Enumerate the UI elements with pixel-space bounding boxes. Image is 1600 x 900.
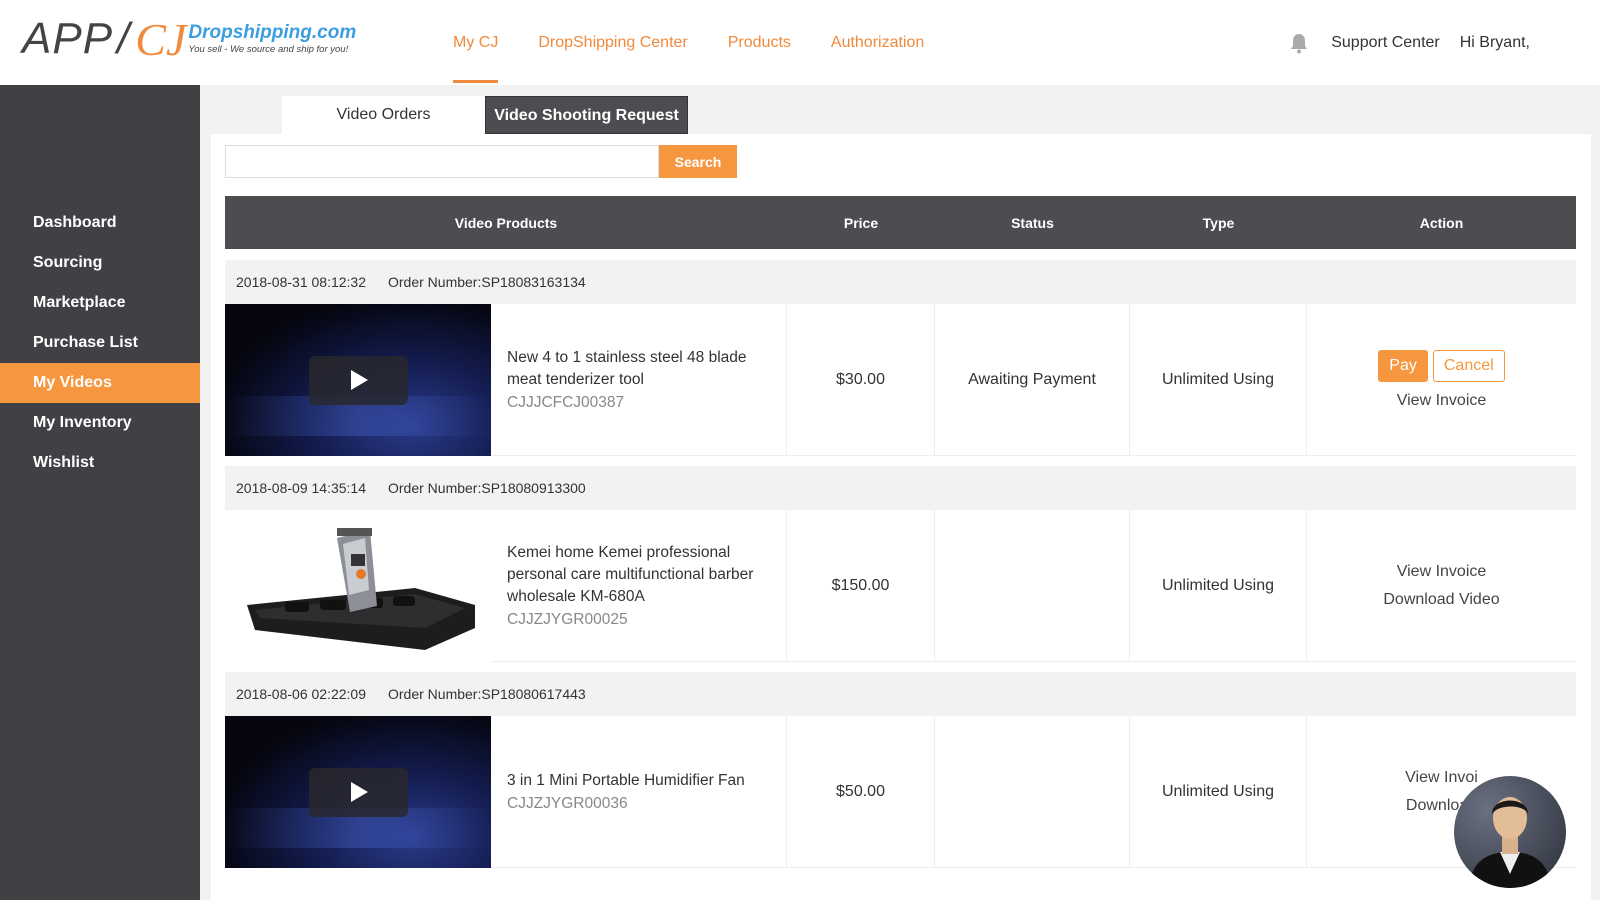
status-cell	[935, 510, 1130, 661]
order-group: 2018-08-31 08:12:32 Order Number: SP1808…	[225, 260, 1576, 456]
view-invoice-link[interactable]: View Invoice	[1397, 392, 1487, 410]
logo-cj-mark: CJ	[135, 13, 187, 65]
type-cell: Unlimited Using	[1130, 304, 1307, 455]
order-group: 2018-08-09 14:35:14 Order Number: SP1808…	[225, 466, 1576, 662]
thumb-cell	[225, 303, 491, 456]
support-center-link[interactable]: Support Center	[1331, 34, 1440, 52]
logo-tagline: You sell - We source and ship for you!	[188, 44, 349, 56]
table-row: 3 in 1 Mini Portable Humidifier Fan CJJZ…	[225, 715, 1576, 868]
status-cell: Awaiting Payment	[935, 304, 1130, 455]
logo[interactable]: APP / CJ Dropshipping.com You sell - We …	[22, 13, 356, 65]
order-number: SP18083163134	[481, 274, 586, 290]
product-title[interactable]: Kemei home Kemei professional personal c…	[507, 542, 774, 608]
order-meta: 2018-08-06 02:22:09 Order Number: SP1808…	[225, 672, 1576, 716]
header-right: Support Center Hi Bryant,	[1289, 0, 1530, 85]
product-cell: Kemei home Kemei professional personal c…	[491, 510, 787, 661]
thumb-cell	[225, 715, 491, 868]
col-type: Type	[1202, 214, 1235, 231]
order-number-label: Order Number:	[388, 480, 482, 496]
order-number: SP18080617443	[481, 686, 586, 702]
search-input[interactable]	[225, 145, 659, 178]
orders-panel: Search Video Products Price Status Type …	[211, 134, 1591, 900]
action-cell: View Invoice Download Video	[1307, 510, 1576, 661]
sidebar-item-marketplace[interactable]: Marketplace	[0, 283, 200, 323]
sidebar: Dashboard Sourcing Marketplace Purchase …	[0, 85, 200, 900]
col-video-products: Video Products	[454, 214, 558, 231]
video-thumbnail[interactable]	[225, 715, 491, 868]
nav-products[interactable]: Products	[728, 0, 791, 85]
order-number-label: Order Number:	[388, 686, 482, 702]
col-action: Action	[1419, 214, 1464, 231]
product-sku: CJJJCFCJ00387	[507, 394, 625, 411]
search-bar: Search	[225, 145, 737, 178]
product-title[interactable]: New 4 to 1 stainless steel 48 blade meat…	[507, 347, 774, 391]
main-content: Video Orders Video Shooting Request Sear…	[211, 96, 1591, 900]
sidebar-item-purchase-list[interactable]: Purchase List	[0, 323, 200, 363]
bell-icon[interactable]	[1289, 32, 1309, 54]
order-group: 2018-08-06 02:22:09 Order Number: SP1808…	[225, 672, 1576, 868]
order-number-label: Order Number:	[388, 274, 482, 290]
thumb-cell	[225, 509, 491, 662]
logo-domain: Dropshipping.com	[188, 22, 357, 44]
product-cell: New 4 to 1 stainless steel 48 blade meat…	[491, 304, 787, 455]
status-cell	[935, 716, 1130, 867]
sidebar-item-dashboard[interactable]: Dashboard	[0, 203, 200, 243]
order-meta: 2018-08-31 08:12:32 Order Number: SP1808…	[225, 260, 1576, 304]
search-button[interactable]: Search	[659, 145, 737, 178]
sidebar-item-my-inventory[interactable]: My Inventory	[0, 403, 200, 443]
type-cell: Unlimited Using	[1130, 716, 1307, 867]
tab-video-shooting-request[interactable]: Video Shooting Request	[485, 96, 688, 134]
product-title[interactable]: 3 in 1 Mini Portable Humidifier Fan	[507, 770, 745, 792]
nav-authorization[interactable]: Authorization	[831, 0, 924, 85]
play-icon[interactable]	[309, 355, 408, 405]
sidebar-item-sourcing[interactable]: Sourcing	[0, 243, 200, 283]
col-status: Status	[1011, 214, 1054, 231]
col-price: Price	[843, 214, 879, 231]
user-greeting[interactable]: Hi Bryant,	[1460, 34, 1530, 52]
tab-bar: Video Orders Video Shooting Request	[282, 96, 688, 134]
tab-video-orders[interactable]: Video Orders	[282, 96, 485, 134]
view-invoice-link[interactable]: View Invoi	[1405, 769, 1478, 787]
order-number: SP18080913300	[481, 480, 586, 496]
support-avatar[interactable]	[1454, 776, 1566, 888]
pay-button[interactable]: Pay	[1378, 349, 1428, 382]
nav-dropshipping-center[interactable]: DropShipping Center	[538, 0, 687, 85]
sidebar-item-my-videos[interactable]: My Videos	[0, 363, 200, 403]
order-date: 2018-08-31 08:12:32	[236, 274, 366, 290]
product-sku: CJJZJYGR00036	[507, 795, 628, 812]
table-header: Video Products Price Status Type Action	[225, 196, 1576, 249]
order-date: 2018-08-09 14:35:14	[236, 480, 366, 496]
video-thumbnail[interactable]	[225, 303, 491, 456]
product-image[interactable]	[225, 509, 491, 662]
download-video-link[interactable]: Download Video	[1383, 591, 1499, 609]
nav-my-cj[interactable]: My CJ	[453, 0, 499, 85]
action-cell: Pay Cancel View Invoice	[1307, 304, 1576, 455]
type-cell: Unlimited Using	[1130, 510, 1307, 661]
sidebar-menu: Dashboard Sourcing Marketplace Purchase …	[0, 203, 200, 483]
play-icon[interactable]	[309, 767, 408, 817]
product-sku: CJJZJYGR00025	[507, 611, 628, 628]
logo-app-text: APP	[22, 14, 114, 63]
action-buttons: Pay Cancel	[1378, 349, 1505, 382]
table-row: Kemei home Kemei professional personal c…	[225, 509, 1576, 662]
cancel-button[interactable]: Cancel	[1432, 349, 1505, 382]
order-meta: 2018-08-09 14:35:14 Order Number: SP1808…	[225, 466, 1576, 510]
price-cell: $150.00	[787, 510, 935, 661]
view-invoice-link[interactable]: View Invoice	[1397, 563, 1487, 581]
product-cell: 3 in 1 Mini Portable Humidifier Fan CJJZ…	[491, 716, 787, 867]
sidebar-item-wishlist[interactable]: Wishlist	[0, 443, 200, 483]
logo-slash: /	[117, 14, 130, 63]
logo-wordmark: Dropshipping.com You sell - We source an…	[188, 23, 356, 55]
price-cell: $50.00	[787, 716, 935, 867]
price-cell: $30.00	[787, 304, 935, 455]
order-date: 2018-08-06 02:22:09	[236, 686, 366, 702]
top-header: APP / CJ Dropshipping.com You sell - We …	[0, 0, 1600, 85]
top-nav: My CJ DropShipping Center Products Autho…	[453, 0, 964, 85]
table-row: New 4 to 1 stainless steel 48 blade meat…	[225, 303, 1576, 456]
